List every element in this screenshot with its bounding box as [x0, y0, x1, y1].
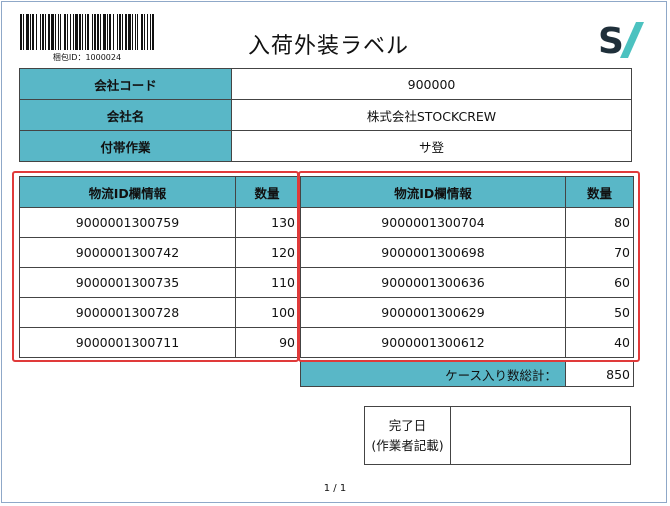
- extra-work-value: サ登: [231, 130, 632, 162]
- page-title: 入荷外装ラベル: [248, 34, 410, 59]
- barcode: [20, 14, 154, 50]
- case-total-value: 850: [565, 361, 634, 387]
- page-number: 1 / 1: [323, 483, 347, 494]
- svg-text:S: S: [598, 21, 624, 60]
- company-name-label: 会社名: [19, 99, 232, 131]
- case-total-table: ケース入り数総計： 850: [300, 361, 634, 387]
- case-total-label: ケース入り数総計：: [300, 361, 566, 387]
- completion-date-note: (作業者記載): [371, 437, 444, 453]
- company-info-table: 会社コード 900000 会社名 株式会社STOCKCREW 付帯作業 サ登: [19, 68, 632, 162]
- company-name-row: 会社名 株式会社STOCKCREW: [19, 99, 632, 131]
- completion-date-value: [450, 406, 631, 465]
- completion-date-label: 完了日 (作業者記載): [364, 406, 451, 465]
- completion-date-title: 完了日: [388, 417, 427, 433]
- extra-work-row: 付帯作業 サ登: [19, 130, 632, 162]
- package-id: 梱包ID：1000024: [52, 53, 122, 62]
- right-highlight-box: [298, 171, 640, 362]
- extra-work-label: 付帯作業: [19, 130, 232, 162]
- completion-date-table: 完了日 (作業者記載): [364, 406, 631, 465]
- company-code-row: 会社コード 900000: [19, 68, 632, 100]
- case-total-row: ケース入り数総計： 850: [300, 361, 634, 387]
- left-highlight-box: [12, 171, 299, 362]
- completion-date-row: 完了日 (作業者記載): [364, 406, 631, 465]
- stockcrew-logo-icon: S: [598, 21, 644, 60]
- company-code-value: 900000: [231, 68, 632, 100]
- company-name-value: 株式会社STOCKCREW: [231, 99, 632, 131]
- company-code-label: 会社コード: [19, 68, 232, 100]
